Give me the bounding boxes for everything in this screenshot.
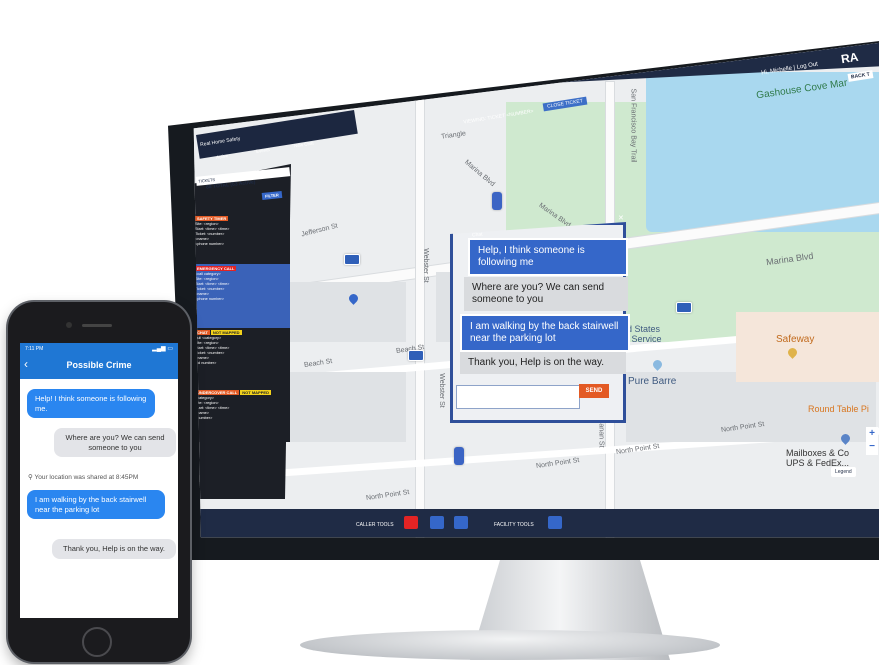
not-mapped-tag: NOT MAPPED [240,390,271,395]
ticket-line: <name> [195,292,209,296]
chat-message-caller: Help, I think someone is following me [468,238,628,276]
message-bubble-received: Thank you, Help is on the way. [52,539,176,559]
message-bubble-received: Where are you? We can send someone to yo… [54,428,176,457]
ticket-line: Start: <time> <time> [195,227,230,231]
street-label: North Point St [365,489,410,502]
ticket-line: Start: <time> <time> [195,282,230,286]
send-button[interactable]: SEND [579,384,609,398]
ticket-line: Full <category> [195,336,222,340]
status-bar: 7:11 PM ▂▄▆ ▭ [20,343,178,355]
ticket-card[interactable]: SAFETY TIMER Site: <region> Start: <time… [193,214,290,266]
message-bubble-sent: Help! I think someone is following me. [27,389,155,418]
chat-message-caller: I am walking by the back stairwell near … [460,314,630,352]
safeway-area [736,312,879,382]
building-icon[interactable] [676,302,692,313]
monitor-foot [300,630,720,660]
ticket-line: Start: <time> <time> [195,406,230,410]
legend-button[interactable]: Legend [831,467,856,477]
ticket-line: Ticket: <number> [195,351,225,355]
logo: RA [840,49,860,67]
chat-icon[interactable] [430,516,444,529]
street-label: San Francisco Bay Trail [629,88,637,163]
place-round-table: Round Table Pi [808,404,869,414]
ticket-line: Ticket: <number> [195,287,225,291]
place-pure-barre: Pure Barre [628,376,677,387]
street-label: North Point St [535,457,580,470]
ticket-line: Site: <region> [195,222,219,226]
message-bubble-sent: I am walking by the back stairwell near … [27,490,165,519]
zoom-in-button[interactable]: + [866,427,878,440]
ticket-card[interactable]: CHAT NOT MAPPED Full <category> Site: <r… [193,328,290,388]
tower-icon[interactable] [492,192,502,210]
location-shared-text: Your location was shared at 8:45PM [34,474,139,481]
phone-camera [66,322,72,328]
ticket-tag: UNDERCOVER CALL [195,390,240,395]
place-triangle: Triangle [440,130,467,141]
status-time: 7:11 PM [25,346,44,352]
city-block [286,282,406,342]
ticket-line: Ticket: <number> [195,232,225,236]
street-label: Jefferson St [300,222,339,239]
chat-input[interactable] [456,385,580,409]
city-block [286,372,406,442]
monitor-screen: Marina Blvd Marina Blvd Jefferson St Bea… [193,42,879,538]
ticket-line: Site: <region> [195,401,219,405]
conversation-title: Possible Crime [66,360,132,370]
ticket-line: <name> [195,237,209,241]
ticket-tag: EMERGENCY CALL [195,266,237,271]
ticket-line: <phone number> [195,242,224,246]
ticket-card[interactable]: UNDERCOVER CALL NOT MAPPED <category> Si… [193,388,290,442]
zoom-out-button[interactable]: − [866,440,878,453]
zoom-control[interactable]: + − [866,427,878,455]
ticket-line: Site: <region> [195,341,219,345]
close-icon[interactable]: ✕ [618,214,624,222]
building-icon[interactable] [548,516,562,529]
chat-message-agent: Where are you? We can send someone to yo… [464,277,628,311]
building-icon[interactable] [344,254,360,265]
street-label: Webster St [421,248,429,283]
ticket-line: <id number> [195,361,217,365]
caller-tools-label: CALLER TOOLS [356,522,394,528]
building-icon[interactable] [408,350,424,361]
place-mailboxes: Mailboxes & Co UPS & FedEx... [786,448,850,468]
ticket-card[interactable]: EMERGENCY CALL <call category> Site: <re… [193,264,290,328]
not-mapped-tag: NOT MAPPED [210,330,242,335]
ticket-line: <phone number> [195,297,224,301]
ticket-line: Start: <time> <time> [195,346,230,350]
person-icon[interactable] [404,516,418,529]
street-label: Webster St [437,373,445,408]
tower-icon[interactable] [454,447,464,465]
phone-screen: 7:11 PM ▂▄▆ ▭ ‹ Possible Crime Help! I t… [20,343,178,618]
ticket-line: <call category> [195,272,221,276]
map-pin-icon [651,358,664,371]
street-label: Marina Blvd [463,158,496,189]
home-button[interactable] [82,627,112,657]
document-icon[interactable] [454,516,468,529]
location-shared-note: ⚲ Your location was shared at 8:45PM [28,473,138,481]
ticket-line: Site: <region> [195,277,219,281]
phone-speaker [82,324,112,327]
road-webster [416,82,424,538]
facility-tools-label: FACILITY TOOLS [494,522,534,528]
signal-battery-icon: ▂▄▆ ▭ [152,346,173,352]
street-label: Beach St [303,358,333,369]
location-pin-icon: ⚲ [28,474,33,481]
ticket-tag: SAFETY TIMER [195,216,229,221]
chat-message-agent: Thank you, Help is on the way. [460,352,626,374]
place-safeway: Safeway [776,334,815,345]
